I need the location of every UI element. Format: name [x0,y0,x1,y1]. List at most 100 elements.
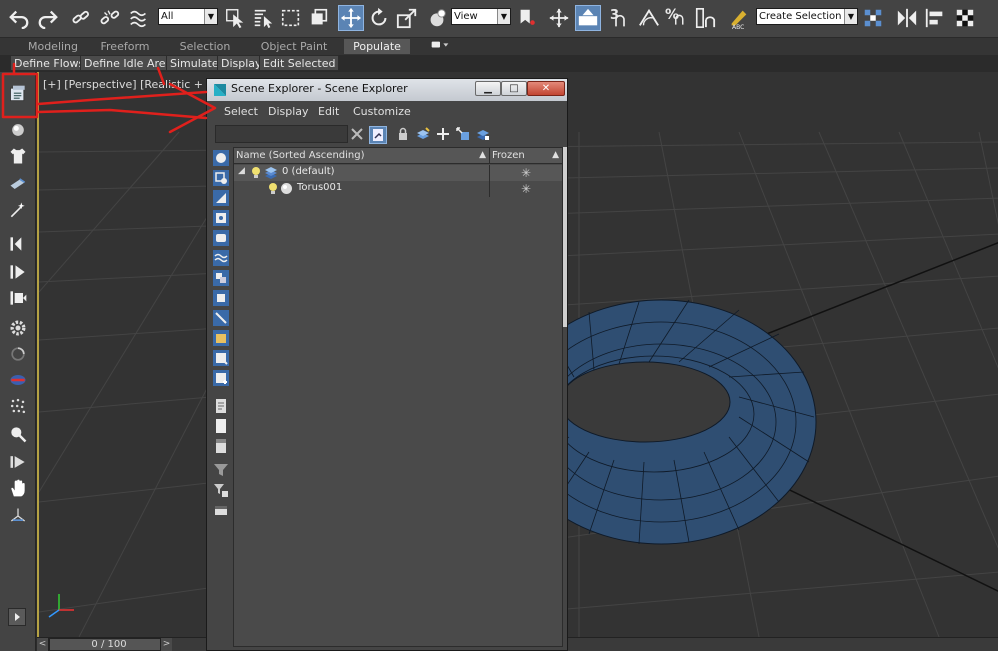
reference-coordinate-dropdown[interactable]: View ▼ [451,8,511,25]
window-crossing-icon[interactable] [306,5,332,31]
rect-region-icon[interactable] [278,5,304,31]
angle-snap-icon[interactable] [636,5,662,31]
snap-icon[interactable]: 3 [608,5,634,31]
menu-customize[interactable]: Customize [353,105,411,118]
tree-row[interactable]: ◢ 0 (default) ✳ [234,165,562,181]
keyboard-shortcut-icon[interactable] [575,5,601,31]
scale-icon[interactable] [394,5,420,31]
display-icon[interactable] [6,232,30,256]
ribbon-options-icon[interactable] [428,39,452,54]
scene-explorer-tree[interactable]: Name (Sorted Ascending) ▲ Frozen ▲ ◢ 0 (… [233,147,563,647]
bind-spacewarp-icon[interactable] [126,5,152,31]
select-by-name-icon[interactable] [250,5,276,31]
display-cameras-icon[interactable] [212,209,230,227]
mirror-icon[interactable] [894,5,920,31]
tab-object-paint[interactable]: Object Paint [258,39,330,54]
undo-icon[interactable] [6,5,32,31]
frozen-toggle-icon[interactable]: ✳ [490,165,562,181]
add-to-layer-icon[interactable] [455,126,471,142]
walkthrough-icon[interactable] [6,450,30,474]
layers-icon[interactable] [415,126,431,142]
expand-panel-button[interactable] [8,608,26,626]
tree-row[interactable]: Torus001 ✳ [234,181,562,197]
display-xrefs-icon[interactable] [212,289,230,307]
display-hidden-icon[interactable] [212,369,230,387]
redo-icon[interactable] [35,5,61,31]
time-slider-prev-button[interactable]: < [37,638,49,651]
edit-named-sel-icon[interactable]: ABC [726,5,752,31]
maximize-button[interactable]: □ [501,81,527,96]
rotate-icon[interactable] [366,5,392,31]
edit-selected-button[interactable]: Edit Selected [259,55,340,71]
named-selection-sets-icon[interactable] [860,5,886,31]
filter-icon[interactable] [212,461,230,479]
menu-display[interactable]: Display [268,105,309,118]
filter-list-icon[interactable] [212,481,230,499]
gear-icon[interactable] [6,316,30,340]
close-button[interactable]: ✕ [527,81,565,96]
particle-icon[interactable] [6,394,30,418]
scene-explorer-titlebar[interactable]: Scene Explorer - Scene Explorer ▁ □ ✕ [207,79,567,101]
place-icon[interactable] [424,5,450,31]
display-groups-icon[interactable] [212,269,230,287]
expand-arrow-icon[interactable]: ◢ [238,166,245,176]
lightbulb-icon[interactable] [268,182,278,195]
play-icon[interactable] [6,260,30,284]
display-all-icon[interactable] [212,397,230,415]
name-column-header[interactable]: Name (Sorted Ascending) ▲ [234,148,490,164]
spinner-snap-icon[interactable] [692,5,718,31]
link-icon[interactable] [68,5,94,31]
menu-edit[interactable]: Edit [318,105,339,118]
display-spacewarps-icon[interactable] [212,249,230,267]
frozen-column-header[interactable]: Frozen ▲ [490,148,562,164]
scrollbar[interactable] [563,147,567,327]
shirt-icon[interactable] [6,144,30,168]
light-icon[interactable] [6,198,30,222]
display-lights-icon[interactable] [212,189,230,207]
unlink-icon[interactable] [97,5,123,31]
time-slider-thumb[interactable]: 0 / 100 [49,638,169,651]
utility-icon[interactable] [6,286,30,310]
axis-tripod-icon[interactable] [6,504,30,528]
move-icon[interactable] [338,5,364,31]
scene-explorer-icon[interactable] [6,82,30,106]
lock-icon[interactable] [395,126,411,142]
define-flows-button[interactable]: Define Flows [10,55,89,71]
select-filter-icon[interactable] [369,126,387,144]
zoom-icon[interactable] [6,422,30,446]
select-object-icon[interactable] [222,5,248,31]
clear-search-icon[interactable] [349,126,365,142]
align-icon[interactable] [922,5,948,31]
tab-freeform[interactable]: Freeform [98,39,152,54]
display-bones-icon[interactable] [212,309,230,327]
menu-select[interactable]: Select [224,105,258,118]
tab-selection[interactable]: Selection [178,39,232,54]
pivot-icon[interactable] [514,5,540,31]
percent-snap-icon[interactable]: % [664,5,690,31]
display-containers-icon[interactable] [212,329,230,347]
orbit-icon[interactable] [6,342,30,366]
add-icon[interactable] [435,126,451,142]
display-helpers-icon[interactable] [212,229,230,247]
named-selection-dropdown[interactable]: Create Selection Se ▼ [756,8,858,25]
pan-icon[interactable] [6,476,30,500]
tab-populate[interactable]: Populate [344,39,410,54]
render-setup-icon[interactable] [952,5,978,31]
display-geometry-icon[interactable] [212,149,230,167]
camera-icon[interactable] [6,172,30,196]
lightbulb-icon[interactable] [251,166,261,179]
display-shapes-icon[interactable] [212,169,230,187]
material-icon[interactable] [6,368,30,392]
display-none-icon[interactable] [212,417,230,435]
layer-stack-icon[interactable] [475,126,491,142]
simulate-button[interactable]: Simulate [166,55,223,71]
clear-filter-icon[interactable] [212,501,230,519]
tab-modeling[interactable]: Modeling [22,39,84,54]
invert-display-icon[interactable] [212,437,230,455]
frozen-toggle-icon[interactable]: ✳ [490,181,562,197]
manipulate-icon[interactable] [546,5,572,31]
time-slider-next-button[interactable]: > [160,638,172,651]
sphere-icon[interactable] [6,118,30,142]
search-input[interactable] [215,125,348,143]
selection-filter-dropdown[interactable]: All ▼ [158,8,218,25]
